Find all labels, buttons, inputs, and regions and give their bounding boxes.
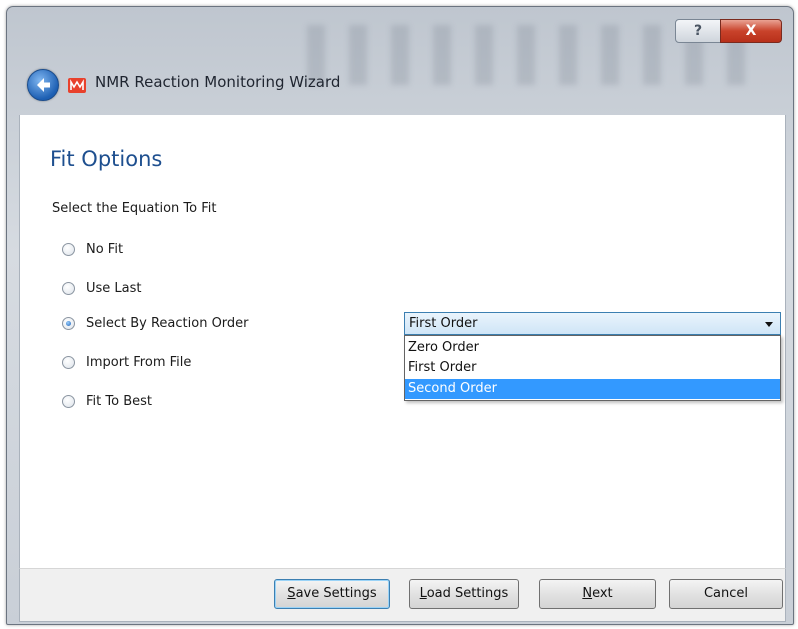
save-settings-button[interactable]: Save Settings	[274, 579, 390, 609]
dropdown-option-second-order[interactable]: Second Order	[405, 379, 780, 399]
radio-button[interactable]	[62, 281, 75, 295]
load-settings-accelerator: L	[419, 586, 427, 601]
page-title: Fit Options	[50, 147, 163, 171]
load-settings-label: oad Settings	[426, 586, 509, 601]
reaction-order-selected-value: First Order	[409, 316, 478, 331]
help-icon: ?	[693, 23, 703, 39]
help-button[interactable]: ?	[675, 19, 721, 43]
cancel-label: Cancel	[703, 586, 749, 601]
dropdown-option-first-order[interactable]: First Order	[405, 358, 780, 378]
radio-label: Fit To Best	[86, 393, 152, 409]
radio-button[interactable]	[62, 242, 75, 256]
next-button[interactable]: Next	[539, 579, 656, 609]
radio-button-checked[interactable]	[62, 316, 75, 330]
close-button[interactable]: X	[720, 19, 782, 43]
title-bar: ? X NMR Reaction Monitoring Wizard	[7, 7, 793, 113]
save-settings-label: ave Settings	[295, 586, 377, 601]
next-accelerator: N	[582, 586, 593, 601]
radio-label: Select By Reaction Order	[86, 315, 249, 331]
radio-use-last[interactable]: Use Last	[62, 278, 142, 298]
back-button[interactable]	[27, 69, 59, 101]
mnova-app-icon	[67, 75, 87, 95]
window-title: NMR Reaction Monitoring Wizard	[95, 73, 341, 91]
next-label: ext	[592, 586, 613, 601]
reaction-order-dropdown-list: Zero Order First Order Second Order	[404, 335, 781, 401]
wizard-window: ? X NMR Reaction Monitoring Wizard Fit O…	[6, 6, 794, 625]
radio-label: Import From File	[86, 354, 192, 370]
load-settings-button[interactable]: Load Settings	[409, 579, 519, 609]
radio-no-fit[interactable]: No Fit	[62, 239, 123, 259]
fit-equation-label: Select the Equation To Fit	[52, 201, 217, 216]
radio-label: Use Last	[86, 280, 142, 296]
wizard-content: Fit Options Select the Equation To Fit N…	[19, 115, 786, 568]
radio-import-from-file[interactable]: Import From File	[62, 352, 191, 372]
back-arrow-icon	[37, 78, 50, 92]
chevron-down-icon[interactable]	[765, 322, 773, 327]
cancel-button[interactable]: Cancel	[669, 579, 783, 609]
radio-fit-to-best[interactable]: Fit To Best	[62, 391, 152, 411]
radio-button[interactable]	[62, 355, 75, 369]
reaction-order-select[interactable]: First Order	[404, 312, 781, 335]
radio-button[interactable]	[62, 394, 75, 408]
wizard-footer: Save Settings Load Settings Next Cancel	[19, 568, 786, 622]
radio-label: No Fit	[86, 241, 124, 257]
dropdown-option-zero-order[interactable]: Zero Order	[405, 338, 780, 358]
close-icon: X	[745, 23, 757, 39]
radio-select-by-reaction-order[interactable]: Select By Reaction Order	[62, 313, 249, 333]
save-settings-accelerator: S	[287, 586, 296, 601]
